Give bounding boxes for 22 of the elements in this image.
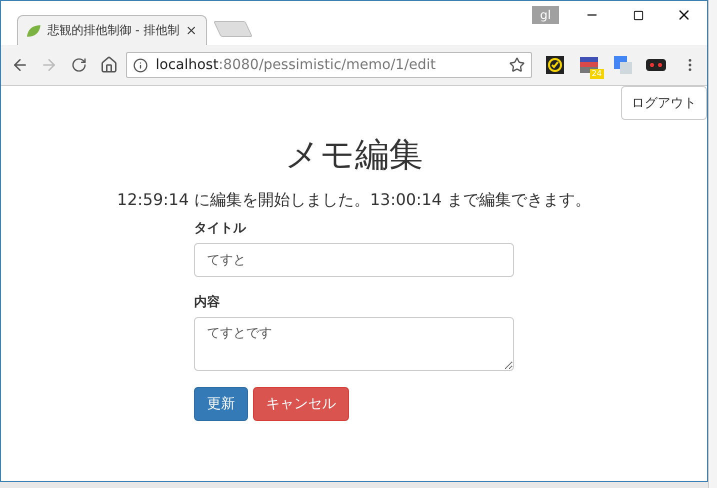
translate-extension-icon[interactable] <box>614 56 632 74</box>
browser-tab[interactable]: 悲観的排他制御 - 排他制 <box>17 15 207 45</box>
maximize-icon[interactable] <box>632 10 644 20</box>
logout-button[interactable]: ログアウト <box>621 86 707 120</box>
update-button[interactable]: 更新 <box>194 387 248 421</box>
title-field[interactable]: てすと <box>194 243 514 277</box>
leaf-icon <box>26 24 42 38</box>
checkmark-extension-icon[interactable] <box>546 56 564 74</box>
info-icon[interactable] <box>132 58 148 72</box>
star-icon[interactable] <box>509 57 526 73</box>
reload-icon[interactable] <box>71 57 88 73</box>
page-heading: メモ編集 <box>285 134 423 177</box>
edit-notice: 12:59:14 に編集を開始しました。13:00:14 まで編集できます。 <box>117 190 591 211</box>
cancel-button[interactable]: キャンセル <box>253 387 349 421</box>
close-icon[interactable] <box>185 24 198 37</box>
address-bar[interactable]: localhost:8080/pessimistic/memo/1/edit <box>126 52 532 78</box>
field-label: タイトル <box>194 220 248 237</box>
home-icon[interactable] <box>100 56 118 74</box>
mask-extension-icon[interactable] <box>646 59 666 71</box>
content-field[interactable]: てすとです <box>194 317 514 371</box>
count-badge: 24 <box>590 69 604 79</box>
field-label: 内容 <box>194 294 221 311</box>
